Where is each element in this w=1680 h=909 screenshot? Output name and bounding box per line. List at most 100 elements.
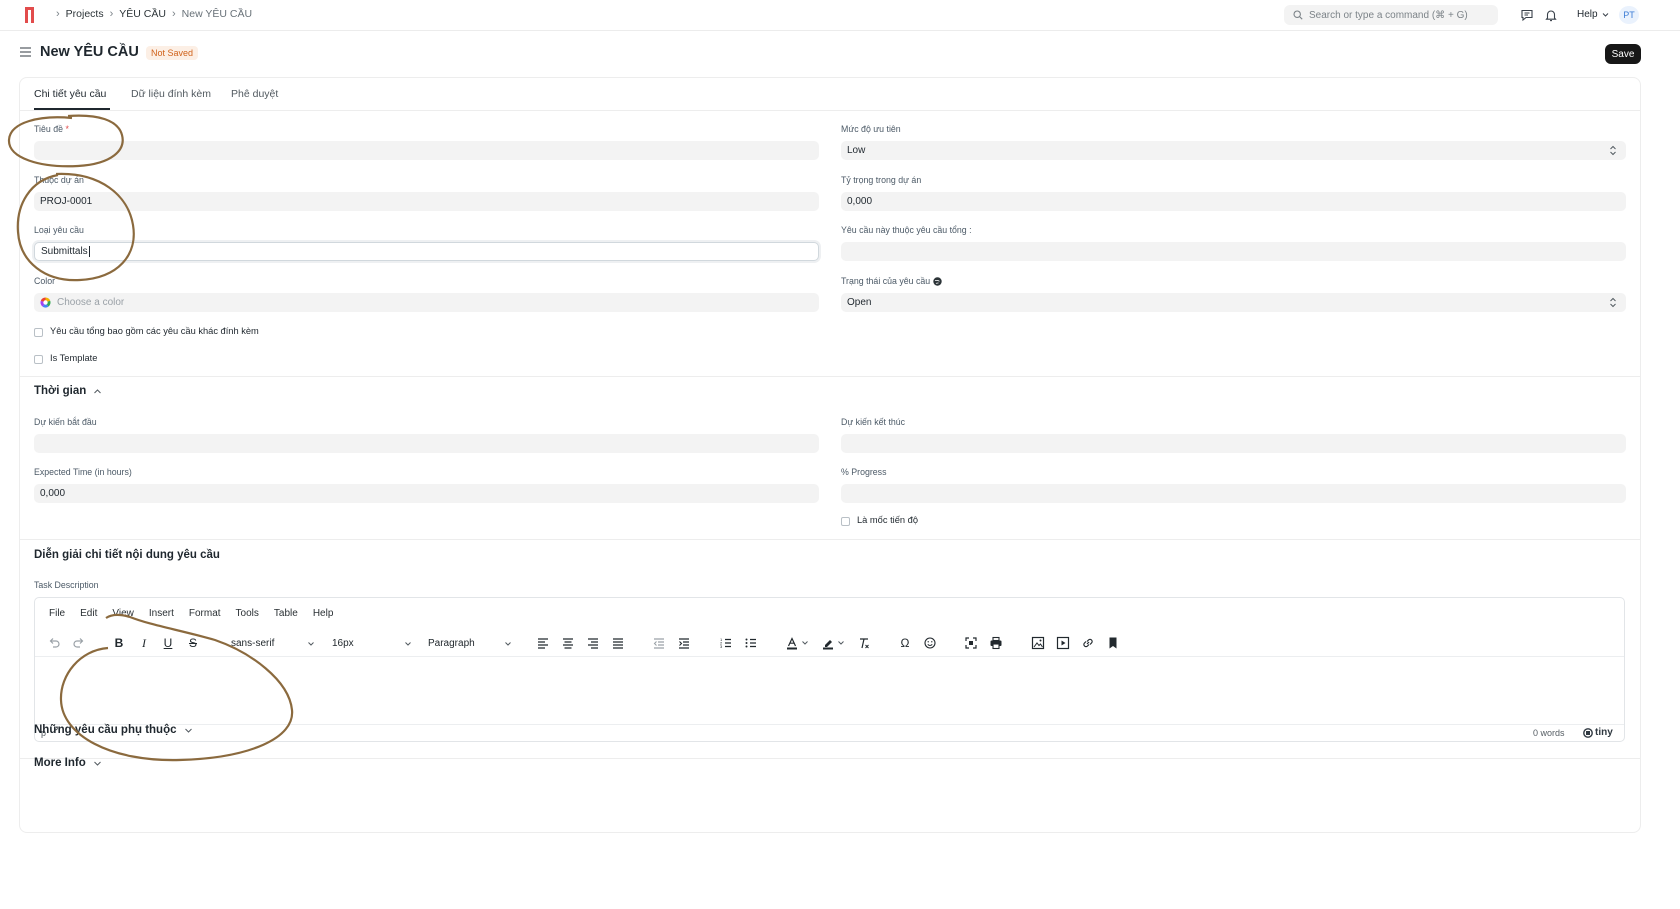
expected-time-label: Expected Time (in hours) [34,467,132,477]
search-icon [1293,10,1303,20]
tab-phe-duyet[interactable]: Phê duyệt [231,88,278,100]
insert-link-icon[interactable] [1081,636,1095,650]
sidebar-toggle-icon[interactable] [20,47,31,57]
expected-end-label: Dự kiến kết thúc [841,417,906,427]
font-family-select[interactable]: sans-serif [227,635,317,652]
bell-icon[interactable] [1544,8,1558,22]
save-button[interactable]: Save [1605,44,1641,64]
weight-input[interactable]: 0,000 [841,192,1626,211]
chevron-down-icon[interactable] [801,636,809,650]
text-color-icon[interactable] [785,636,799,650]
priority-select[interactable]: Low [841,141,1626,160]
svg-text:3: 3 [720,644,723,649]
italic-icon[interactable]: I [137,636,151,650]
type-input[interactable]: Submittals [34,242,819,261]
bullet-list-icon[interactable] [744,636,758,650]
chevron-right-icon: › [171,8,176,20]
insert-image-icon[interactable] [1031,636,1045,650]
status-select[interactable]: Open [841,293,1626,312]
expected-end-input[interactable] [841,434,1626,453]
highlight-color-icon[interactable] [821,636,835,650]
text-cursor [88,246,90,257]
tiny-brand-link[interactable]: tiny [1583,727,1613,738]
parent-include-label: Yêu cầu tổng bao gồm các yêu cầu khác đí… [50,326,259,336]
title-input[interactable] [34,141,819,160]
word-count[interactable]: 0 words [1533,728,1565,738]
expected-time-input[interactable]: 0,000 [34,484,819,503]
project-label: Thuộc dự án [34,175,84,185]
menu-help[interactable]: Help [313,608,334,619]
undo-icon[interactable] [47,636,61,650]
print-icon[interactable] [989,636,1003,650]
dependencies-section-header[interactable]: Những yêu cầu phụ thuộc [34,724,193,736]
menu-edit[interactable]: Edit [80,608,97,619]
expected-start-input[interactable] [34,434,819,453]
project-input[interactable]: PROJ-0001 [34,192,819,211]
app-logo-icon[interactable] [22,7,38,23]
align-left-icon[interactable] [536,636,550,650]
select-arrows-icon [1610,297,1616,308]
breadcrumb-yeu-cau[interactable]: YÊU CẦU [119,8,166,20]
bold-icon[interactable]: B [112,636,126,650]
search-input[interactable]: Search or type a command (⌘ + G) [1284,5,1498,25]
color-picker-input[interactable]: Choose a color [34,293,819,312]
align-justify-icon[interactable] [611,636,625,650]
chevron-down-icon[interactable] [837,636,845,650]
clear-formatting-icon[interactable] [857,636,871,650]
chevron-down-icon [505,642,511,646]
special-character-icon[interactable]: Ω [898,636,912,650]
font-size-value: 16px [332,638,354,649]
menu-tools[interactable]: Tools [236,608,259,619]
is-template-checkbox[interactable] [34,355,43,364]
chat-icon[interactable] [1520,8,1534,22]
redo-icon[interactable] [72,636,86,650]
description-section-title: Diễn giải chi tiết nội dung yêu cầu [34,549,220,561]
progress-input[interactable] [841,484,1626,503]
parent-request-input[interactable] [841,242,1626,261]
more-info-section-header[interactable]: More Info [34,757,102,769]
underline-icon[interactable]: U [161,636,175,650]
status-value: Open [847,297,872,308]
editor-menubar: File Edit View Insert Format Tools Table… [49,608,348,619]
section-divider [20,376,1640,377]
numbered-list-icon[interactable]: 123 [719,636,733,650]
top-navbar: › Projects › YÊU CẦU › New YÊU CẦU Searc… [0,0,1680,31]
tab-chi-tiet-yeu-cau[interactable]: Chi tiết yêu cầu [34,88,106,100]
status-badge: Not Saved [146,46,199,60]
indent-icon[interactable] [677,636,691,650]
info-globe-icon[interactable] [933,276,942,286]
tiny-brand-label: tiny [1595,727,1613,738]
font-family-value: sans-serif [231,638,275,649]
section-divider [20,758,1640,759]
milestone-checkbox[interactable] [841,517,850,526]
chevron-up-icon [94,388,102,393]
time-section-header[interactable]: Thời gian [34,385,102,397]
tiny-logo-icon [1583,727,1593,738]
help-dropdown[interactable]: Help [1577,9,1610,20]
menu-file[interactable]: File [49,608,65,619]
tab-du-lieu-dinh-kem[interactable]: Dữ liệu đính kèm [131,88,211,100]
align-right-icon[interactable] [586,636,600,650]
menu-insert[interactable]: Insert [149,608,174,619]
insert-media-icon[interactable] [1056,636,1070,650]
editor-toolbar: B I U S sans-serif 16px Paragraph 123 Ω [35,629,1624,657]
fullscreen-icon[interactable] [964,636,978,650]
menu-view[interactable]: View [112,608,134,619]
breadcrumb: › Projects › YÊU CẦU › New YÊU CẦU [50,8,252,20]
parent-include-checkbox[interactable] [34,328,43,337]
breadcrumb-projects[interactable]: Projects [66,8,104,20]
block-format-select[interactable]: Paragraph [424,635,514,652]
menu-format[interactable]: Format [189,608,221,619]
more-info-section-title: More Info [34,757,86,769]
font-size-select[interactable]: 16px [328,635,414,652]
bookmark-icon[interactable] [1106,636,1120,650]
outdent-icon[interactable] [652,636,666,650]
align-center-icon[interactable] [561,636,575,650]
active-tab-indicator [34,108,110,110]
status-label: Trạng thái của yêu cầu [841,276,942,286]
user-avatar[interactable]: PT [1619,6,1639,24]
strikethrough-icon[interactable]: S [186,636,200,650]
menu-table[interactable]: Table [274,608,298,619]
emoji-icon[interactable] [923,636,937,650]
weight-label: Tỷ trọng trong dự án [841,175,922,185]
